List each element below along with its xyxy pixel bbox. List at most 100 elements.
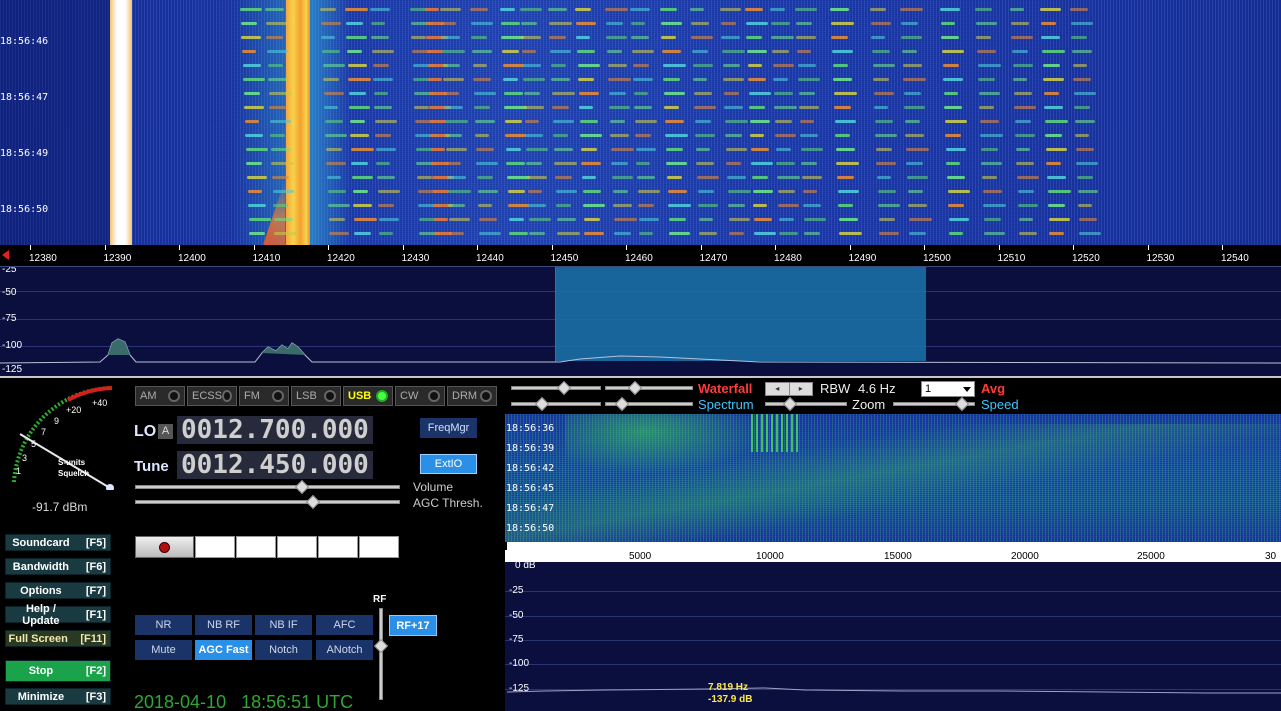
side-button-label: Soundcard <box>12 536 70 549</box>
rf-gain-button[interactable]: RF+17 <box>389 615 437 636</box>
waterfall-trace <box>529 232 546 235</box>
waterfall-trace <box>377 190 400 193</box>
aw-time-3: 18:56:45 <box>506 483 555 494</box>
scroll-left-arrow-icon[interactable] <box>2 250 9 260</box>
mode-button-lsb[interactable]: LSB <box>291 386 341 406</box>
waterfall-trace <box>801 162 818 165</box>
extio-button[interactable]: ExtIO <box>420 454 477 474</box>
waterfall-trace <box>977 50 996 53</box>
waterfall-trace <box>839 232 863 235</box>
audio-waterfall[interactable]: 18:56:36 18:56:39 18:56:42 18:56:45 18:5… <box>505 414 1281 542</box>
rf-gain-slider-handle[interactable] <box>373 638 389 654</box>
recorder-slot-2[interactable] <box>236 536 276 558</box>
frequency-axis[interactable]: 12380 12390 12400 12410 12420 12430 12440 12450… <box>0 245 1281 267</box>
waterfall-trace <box>473 92 496 95</box>
audio-spectrum[interactable]: 0 dB -25 -50 -75 -100 -125 7.819 Hz -137… <box>505 562 1281 711</box>
waterfall-trace <box>1017 190 1034 193</box>
waterfall-trace <box>878 204 901 207</box>
side-button-stop[interactable]: Stop [F2] <box>5 660 111 682</box>
waterfall-range-slider[interactable] <box>605 386 693 390</box>
agc-threshold-slider[interactable] <box>135 500 400 504</box>
spectrum-range-handle[interactable] <box>614 396 630 412</box>
waterfall-offset-handle[interactable] <box>556 380 572 396</box>
mute-button[interactable]: Mute <box>135 640 192 660</box>
avg-dropdown[interactable]: 1 <box>921 381 975 397</box>
mode-button-ecss[interactable]: ECSS <box>187 386 237 406</box>
recorder-slot-4[interactable] <box>318 536 358 558</box>
waterfall-trace <box>696 162 715 165</box>
freq-tick-mark <box>30 245 31 250</box>
recorder-slot-3[interactable] <box>277 536 317 558</box>
mode-button-drm[interactable]: DRM <box>447 386 497 406</box>
side-button-bandwidth[interactable]: Bandwidth [F6] <box>5 558 111 575</box>
zoom-handle[interactable] <box>782 396 798 412</box>
recorder-slot-5[interactable] <box>359 536 399 558</box>
rf-gain-slider[interactable] <box>379 608 383 700</box>
nb-rf-button[interactable]: NB RF <box>195 615 252 635</box>
waterfall-range-handle[interactable] <box>627 380 643 396</box>
rbw-stepper[interactable]: ◂ ▸ <box>765 382 813 396</box>
waterfall-trace <box>903 78 927 81</box>
side-button-full-screen[interactable]: Full Screen [F11] <box>5 630 111 647</box>
waterfall-trace <box>799 120 814 123</box>
waterfall-trace <box>697 176 720 179</box>
waterfall-trace <box>726 162 742 165</box>
mode-button-am[interactable]: AM <box>135 386 185 406</box>
mode-button-usb[interactable]: USB <box>343 386 393 406</box>
waterfall-trace <box>728 204 746 207</box>
mode-button-cw[interactable]: CW <box>395 386 445 406</box>
waterfall-trace <box>1017 176 1040 179</box>
spectrum-offset-handle[interactable] <box>534 396 550 412</box>
s-scale-40: +40 <box>92 398 108 408</box>
waterfall-trace <box>940 8 961 11</box>
waterfall-trace <box>548 8 568 11</box>
waterfall-trace <box>321 36 336 39</box>
wf-time-3: 18:56:50 <box>0 204 49 215</box>
waterfall-trace <box>580 134 603 137</box>
waterfall-trace <box>660 8 678 11</box>
side-button-help-update[interactable]: Help / Update [F1] <box>5 603 111 627</box>
waterfall-trace <box>1070 8 1089 11</box>
main-waterfall[interactable]: 18:56:46 18:56:47 18:56:49 18:56:50 <box>0 0 1281 245</box>
lo-frequency[interactable]: 0012.700.000 <box>177 416 373 444</box>
mode-label: LSB <box>296 390 317 402</box>
agc-threshold-slider-handle[interactable] <box>305 494 320 510</box>
notch-button[interactable]: Notch <box>255 640 312 660</box>
freqmgr-button[interactable]: FreqMgr <box>420 418 477 438</box>
rbw-decrease-icon[interactable]: ◂ <box>766 383 789 395</box>
waterfall-trace <box>272 176 290 179</box>
waterfall-trace <box>1075 134 1090 137</box>
waterfall-trace <box>774 120 792 123</box>
waterfall-trace <box>941 36 960 39</box>
agc-fast-button[interactable]: AGC Fast <box>195 640 252 660</box>
waterfall-trace <box>797 64 816 67</box>
anotch-button[interactable]: ANotch <box>316 640 373 660</box>
volume-slider-handle[interactable] <box>294 479 310 495</box>
side-button-soundcard[interactable]: Soundcard [F5] <box>5 534 111 551</box>
zoom-slider[interactable] <box>765 402 847 406</box>
mode-button-fm[interactable]: FM <box>239 386 289 406</box>
volume-slider[interactable] <box>135 485 400 489</box>
nb-if-button[interactable]: NB IF <box>255 615 312 635</box>
afc-button[interactable]: AFC <box>316 615 373 635</box>
waterfall-trace <box>475 134 490 137</box>
waterfall-trace <box>830 8 850 11</box>
waterfall-trace <box>577 50 595 53</box>
side-button-minimize[interactable]: Minimize [F3] <box>5 688 111 705</box>
mode-label: AM <box>140 390 157 402</box>
recorder-slot-1[interactable] <box>195 536 235 558</box>
main-spectrum[interactable]: -25 -50 -75 -100 -125 <box>0 267 1281 376</box>
audio-axis-tick-2: 15000 <box>884 551 912 562</box>
rbw-increase-icon[interactable]: ▸ <box>788 383 813 395</box>
freq-tick-mark <box>104 245 106 250</box>
nr-button[interactable]: NR <box>135 615 192 635</box>
spectrum-offset-slider[interactable] <box>511 402 601 406</box>
mode-indicator-icon <box>480 390 492 402</box>
side-button-options[interactable]: Options [F7] <box>5 582 111 599</box>
tune-frequency[interactable]: 0012.450.000 <box>177 451 373 479</box>
freq-tick-label: 12500 <box>923 253 951 264</box>
record-button[interactable] <box>135 536 194 558</box>
speed-handle[interactable] <box>954 396 970 412</box>
lo-badge[interactable]: A <box>158 424 173 439</box>
waterfall-trace <box>1076 162 1099 165</box>
